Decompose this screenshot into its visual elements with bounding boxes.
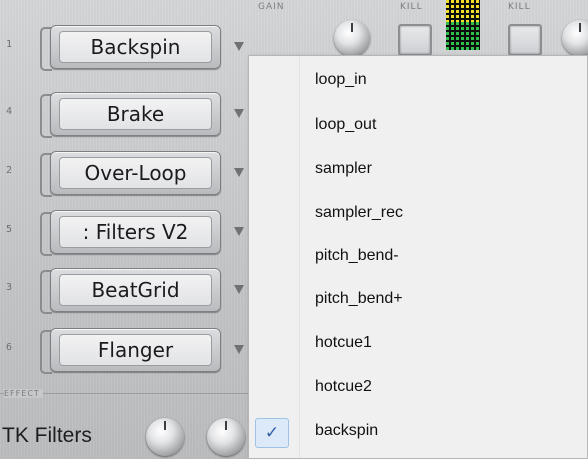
kill-left-label: KILL — [400, 2, 423, 12]
menu-item-label: loop_out — [315, 116, 377, 133]
kill-right-label: KILL — [508, 2, 531, 12]
triangle-down-icon[interactable] — [234, 227, 244, 236]
effect-slot-button[interactable]: BeatGrid — [50, 268, 221, 312]
checkmark-icon: ✓ — [255, 418, 289, 448]
menu-item-backspin[interactable]: ✓ backspin — [249, 412, 587, 454]
effect-slot-5: 3 BeatGrid — [6, 268, 248, 314]
menu-item-label: sampler — [315, 160, 372, 177]
effect-label: EFFECT — [4, 389, 43, 398]
effect-slot-button[interactable]: Flanger — [50, 328, 221, 372]
gain-label: GAIN — [258, 2, 285, 12]
triangle-down-icon[interactable] — [234, 109, 244, 118]
triangle-down-icon[interactable] — [234, 345, 244, 354]
menu-item-sampler[interactable]: sampler — [249, 150, 587, 192]
slot-number: 4 — [6, 106, 13, 117]
slot-label: Brake — [106, 102, 165, 126]
menu-item-loop-in[interactable]: loop_in — [249, 61, 587, 103]
effect-slot-4: 5 : Filters V2 — [6, 210, 248, 256]
effect-slot-button[interactable]: Backspin — [50, 25, 221, 69]
slot-label: Flanger — [97, 338, 174, 362]
menu-item-pitch-bend-plus[interactable]: pitch_bend+ — [249, 280, 587, 322]
filter-knob-1[interactable] — [146, 418, 184, 456]
slot-number: 3 — [6, 282, 13, 293]
menu-item-pitch-bend-minus[interactable]: pitch_bend- — [249, 237, 587, 279]
slot-number: 2 — [6, 165, 13, 176]
menu-item-label: backspin — [315, 422, 379, 439]
slot-number: 5 — [6, 224, 13, 235]
effect-slot-6: 6 Flanger — [6, 328, 248, 374]
menu-item-sampler-rec[interactable]: sampler_rec — [249, 194, 587, 236]
vu-meter — [446, 0, 480, 50]
effect-slot-2: 4 Brake — [6, 92, 248, 138]
menu-item-label: pitch_bend+ — [315, 290, 403, 307]
effect-slot-button[interactable]: : Filters V2 — [50, 210, 221, 254]
menu-item-label: hotcue2 — [315, 378, 372, 395]
menu-item-hotcue2[interactable]: hotcue2 — [249, 368, 587, 410]
menu-item-hotcue1[interactable]: hotcue1 — [249, 324, 587, 366]
tk-filters-label: TK Filters — [2, 424, 92, 447]
slot-number: 6 — [6, 342, 13, 353]
slot-number: 1 — [6, 39, 13, 50]
kill-right-button[interactable] — [508, 24, 542, 56]
effect-slot-1: 1 Backspin — [6, 25, 248, 71]
slot-label: BeatGrid — [91, 278, 180, 302]
filter-knob-2[interactable] — [207, 418, 245, 456]
slot-label: Over-Loop — [84, 161, 187, 185]
effect-slot-button[interactable]: Over-Loop — [50, 151, 221, 195]
menu-item-label: loop_in — [315, 71, 367, 88]
slot-label: : Filters V2 — [82, 220, 189, 244]
menu-item-label: pitch_bend- — [315, 247, 399, 264]
triangle-down-icon[interactable] — [234, 168, 244, 177]
menu-item-label: sampler_rec — [315, 204, 404, 221]
slot-label: Backspin — [90, 35, 181, 59]
gain-knob[interactable] — [334, 20, 370, 56]
effect-slot-3: 2 Over-Loop — [6, 151, 248, 197]
effect-dropdown-menu: loop_in loop_out sampler sampler_rec pit… — [248, 55, 588, 459]
effect-slot-button[interactable]: Brake — [50, 92, 221, 136]
kill-left-button[interactable] — [398, 24, 432, 56]
triangle-down-icon[interactable] — [234, 42, 244, 51]
menu-item-loop-out[interactable]: loop_out — [249, 106, 587, 148]
menu-item-label: hotcue1 — [315, 334, 372, 351]
triangle-down-icon[interactable] — [234, 285, 244, 294]
